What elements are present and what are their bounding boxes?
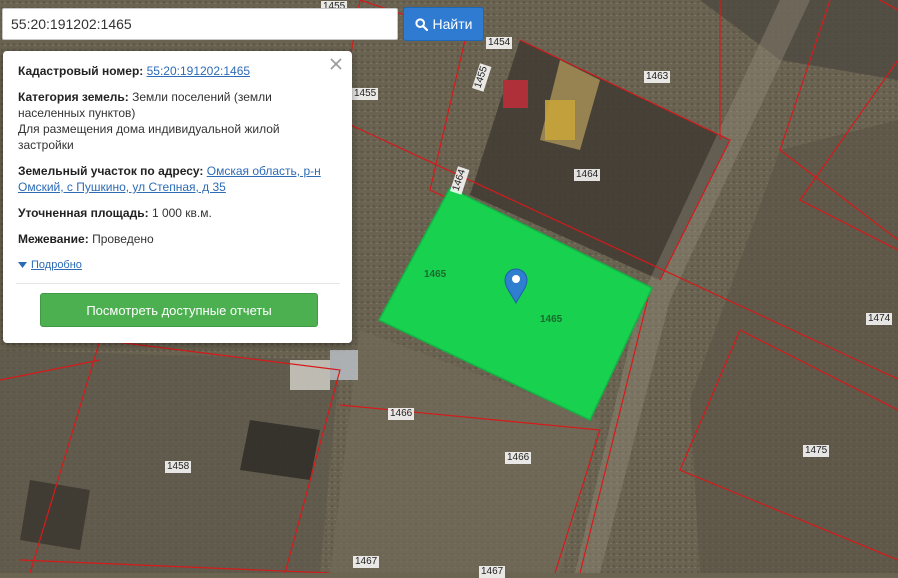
plot-label-selected: 1465	[424, 269, 447, 280]
category-row: Категория земель: Земли поселений (земли…	[18, 89, 338, 153]
caret-down-icon	[18, 262, 27, 268]
plot-label: 1454	[486, 37, 513, 49]
cadastral-row: Кадастровый номер: 55:20:191202:1465	[18, 63, 338, 79]
plot-label: 1467	[479, 566, 506, 578]
cadastral-label: Кадастровый номер:	[18, 64, 144, 78]
plot-label: 1463	[644, 71, 671, 83]
search-input[interactable]	[2, 8, 398, 40]
purpose-text: Для размещения дома индивидуальной жилой…	[18, 122, 280, 152]
cadastral-link[interactable]: 55:20:191202:1465	[147, 64, 250, 78]
divider	[16, 283, 340, 284]
search-icon	[414, 17, 428, 31]
close-icon[interactable]	[328, 56, 344, 72]
view-reports-button[interactable]: Посмотреть доступные отчеты	[40, 293, 318, 327]
search-button[interactable]: Найти	[403, 7, 484, 41]
details-link[interactable]: Подробно	[31, 257, 82, 273]
parcel-info-popup: Кадастровый номер: 55:20:191202:1465 Кат…	[3, 51, 352, 343]
survey-row: Межевание: Проведено	[18, 231, 338, 247]
survey-label: Межевание:	[18, 232, 89, 246]
plot-label: 1458	[165, 461, 192, 473]
address-label: Земельный участок по адресу:	[18, 164, 204, 178]
area-value: 1 000 кв.м.	[151, 206, 212, 220]
plot-label: 1466	[505, 452, 532, 464]
plot-label: 1475	[803, 445, 830, 457]
survey-value: Проведено	[92, 232, 154, 246]
area-label: Уточненная площадь:	[18, 206, 149, 220]
plot-label: 1455	[352, 88, 379, 100]
plot-label: 1467	[353, 556, 380, 568]
plot-label: 1464	[574, 169, 601, 181]
category-label: Категория земель:	[18, 90, 129, 104]
details-toggle[interactable]: Подробно	[18, 257, 338, 273]
plot-label: 1474	[866, 313, 893, 325]
address-row: Земельный участок по адресу: Омская обла…	[18, 163, 338, 195]
area-row: Уточненная площадь: 1 000 кв.м.	[18, 205, 338, 221]
plot-label-selected: 1465	[540, 314, 563, 325]
search-button-label: Найти	[432, 16, 473, 32]
plot-label: 1466	[388, 408, 415, 420]
